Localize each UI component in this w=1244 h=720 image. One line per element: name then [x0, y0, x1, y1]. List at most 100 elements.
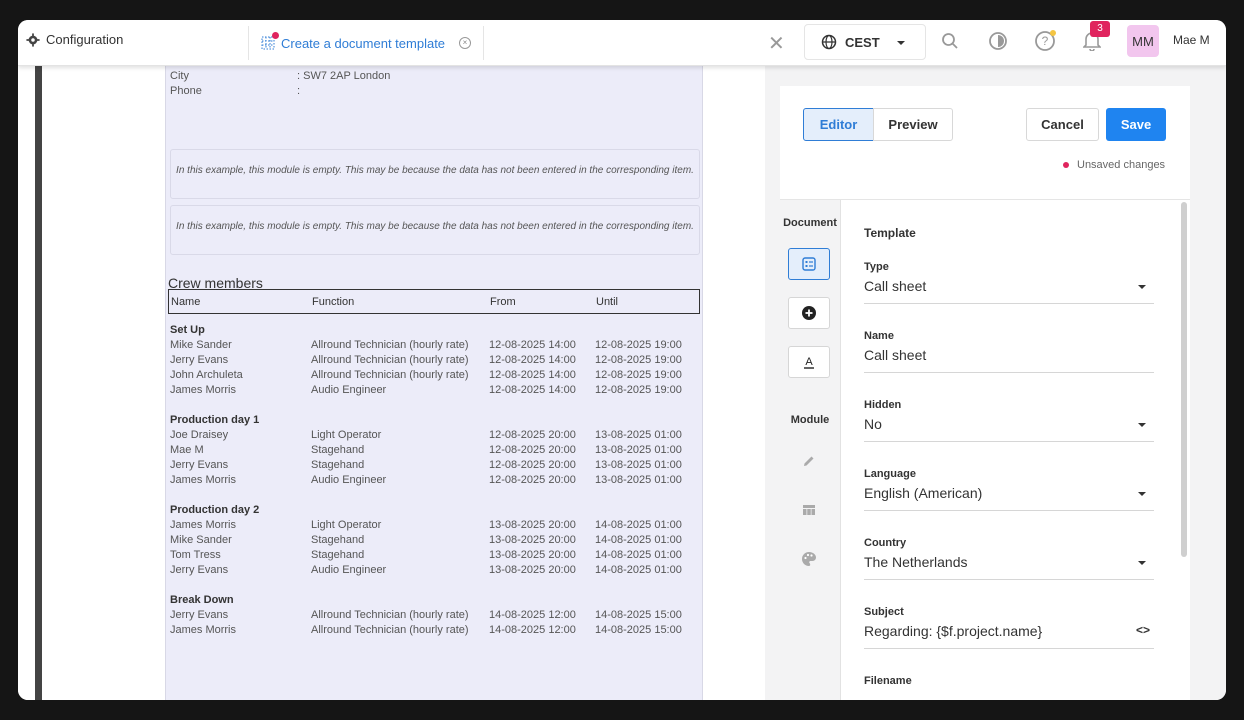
field-value-text: The Netherlands [864, 554, 968, 570]
field-value: : [297, 85, 301, 97]
field-label: City [170, 70, 189, 82]
tab-create-document-template[interactable]: Create a document template × [248, 26, 484, 60]
status-dot [1063, 162, 1069, 168]
crew-row: James Morris Audio Engineer 12-08-2025 20:… [170, 474, 700, 488]
chevron-down-icon [1138, 423, 1146, 427]
edit-module-button[interactable] [788, 445, 830, 477]
crew-function: Stagehand [311, 534, 365, 546]
timezone-label: CEST [845, 34, 880, 50]
help-icon[interactable]: ? [1034, 30, 1056, 52]
table-module-button[interactable] [788, 494, 830, 526]
crew-until: 14-08-2025 15:00 [595, 609, 682, 621]
crew-function: Allround Technician (hourly rate) [311, 609, 469, 621]
crew-until: 13-08-2025 01:00 [595, 459, 682, 471]
unsaved-label: Unsaved changes [1077, 159, 1166, 171]
gear-icon [26, 32, 40, 47]
hidden-select[interactable]: No [864, 416, 1154, 442]
crew-name: Tom Tress [170, 549, 221, 561]
crew-row: Jerry Evans Allround Technician (hourly r… [170, 609, 700, 623]
table-icon [803, 505, 815, 515]
crew-function: Allround Technician (hourly rate) [311, 624, 469, 636]
editor-tab[interactable]: Editor [803, 108, 874, 141]
crew-row: James Morris Audio Engineer 12-08-2025 14:… [170, 384, 700, 398]
crew-group-title: Production day 2 [170, 504, 260, 516]
top-bar: Configuration Create a document template… [18, 20, 1226, 66]
crew-from: 12-08-2025 20:00 [489, 429, 576, 441]
form-scrollbar[interactable] [1181, 202, 1187, 557]
style-module-button[interactable] [788, 543, 830, 575]
crew-group-title: Break Down [170, 594, 234, 606]
chevron-down-icon [897, 41, 905, 45]
field-label-country: Country [864, 537, 907, 549]
field-label-name: Name [864, 330, 894, 342]
crew-name: James Morris [170, 624, 237, 636]
crew-until: 12-08-2025 19:00 [595, 354, 682, 366]
contrast-icon[interactable] [987, 30, 1009, 52]
field-value-text: Regarding: {$f.project.name} [864, 623, 1043, 639]
crew-until: 13-08-2025 01:00 [595, 474, 682, 486]
name-input[interactable]: Call sheet [864, 347, 1154, 373]
crew-until: 14-08-2025 01:00 [595, 534, 682, 546]
notification-badge: 3 [1090, 21, 1110, 37]
plus-circle-icon [802, 306, 816, 320]
crew-until: 14-08-2025 15:00 [595, 624, 682, 636]
type-select[interactable]: Call sheet [864, 278, 1154, 304]
editor-toolbar: Editor Preview Cancel Save Unsaved chang… [780, 86, 1190, 200]
empty-module-notice[interactable]: In this example, this module is empty. T… [170, 149, 700, 199]
crew-name: Jerry Evans [170, 459, 229, 471]
document-settings-button[interactable] [788, 248, 830, 280]
document-section-label: Document [783, 217, 837, 229]
crew-row: Tom Tress Stagehand 13-08-2025 20:00 14-08-… [170, 549, 700, 563]
field-value-text: Call sheet [864, 347, 927, 363]
preview-tab[interactable]: Preview [873, 108, 953, 141]
app-window: Configuration Create a document template… [18, 20, 1226, 700]
text-style-button[interactable]: A [788, 346, 830, 378]
crew-function: Stagehand [311, 549, 365, 561]
crew-name: Jerry Evans [170, 354, 229, 366]
crew-name: James Morris [170, 474, 237, 486]
avatar[interactable]: MM [1127, 25, 1159, 57]
unsaved-dot [272, 32, 279, 39]
crew-row: Joe Draisey Light Operator 12-08-2025 20:0… [170, 429, 700, 443]
configuration-link[interactable]: Configuration [26, 32, 123, 47]
column-header: Function [312, 296, 355, 308]
crew-row: James Morris Light Operator 13-08-2025 20:… [170, 519, 700, 533]
empty-module-notice[interactable]: In this example, this module is empty. T… [170, 205, 700, 255]
country-select[interactable]: The Netherlands [864, 554, 1154, 580]
crew-function: Audio Engineer [311, 564, 387, 576]
cancel-button[interactable]: Cancel [1026, 108, 1099, 141]
close-icon[interactable]: ✕ [768, 31, 785, 56]
field-label: Phone [170, 85, 202, 97]
pencil-icon [804, 456, 814, 466]
code-icon[interactable]: <> [1136, 623, 1150, 637]
field-label-type: Type [864, 261, 889, 273]
crew-function: Stagehand [311, 444, 365, 456]
crew-function: Light Operator [311, 519, 382, 531]
svg-text:A: A [805, 356, 813, 368]
chevron-down-icon [1138, 561, 1146, 565]
tab-label: Create a document template [281, 35, 446, 51]
svg-text:?: ? [1042, 34, 1049, 48]
field-label-language: Language [864, 468, 916, 480]
document-canvas-margin [703, 66, 765, 700]
crew-until: 14-08-2025 01:00 [595, 549, 682, 561]
add-module-button[interactable] [788, 297, 830, 329]
save-button[interactable]: Save [1106, 108, 1166, 141]
crew-name: John Archuleta [170, 369, 243, 381]
timezone-select[interactable]: CEST [804, 24, 926, 60]
subject-input[interactable]: Regarding: {$f.project.name} <> [864, 623, 1154, 649]
canvas-edge [35, 66, 42, 700]
column-header: Until [596, 296, 619, 308]
field-label-hidden: Hidden [864, 399, 902, 411]
crew-from: 13-08-2025 20:00 [489, 519, 576, 531]
crew-row: John Archuleta Allround Technician (hourl… [170, 369, 700, 383]
crew-group-title: Production day 1 [170, 414, 260, 426]
crew-from: 13-08-2025 20:00 [489, 534, 576, 546]
crew-table-header[interactable]: Name Function From Until [168, 289, 700, 314]
username[interactable]: Mae M [1173, 33, 1210, 47]
search-icon[interactable] [939, 30, 961, 52]
module-section-label: Module [790, 414, 830, 426]
language-select[interactable]: English (American) [864, 485, 1154, 511]
crew-name: Mae M [170, 444, 204, 456]
tab-close-icon[interactable]: × [459, 37, 471, 49]
